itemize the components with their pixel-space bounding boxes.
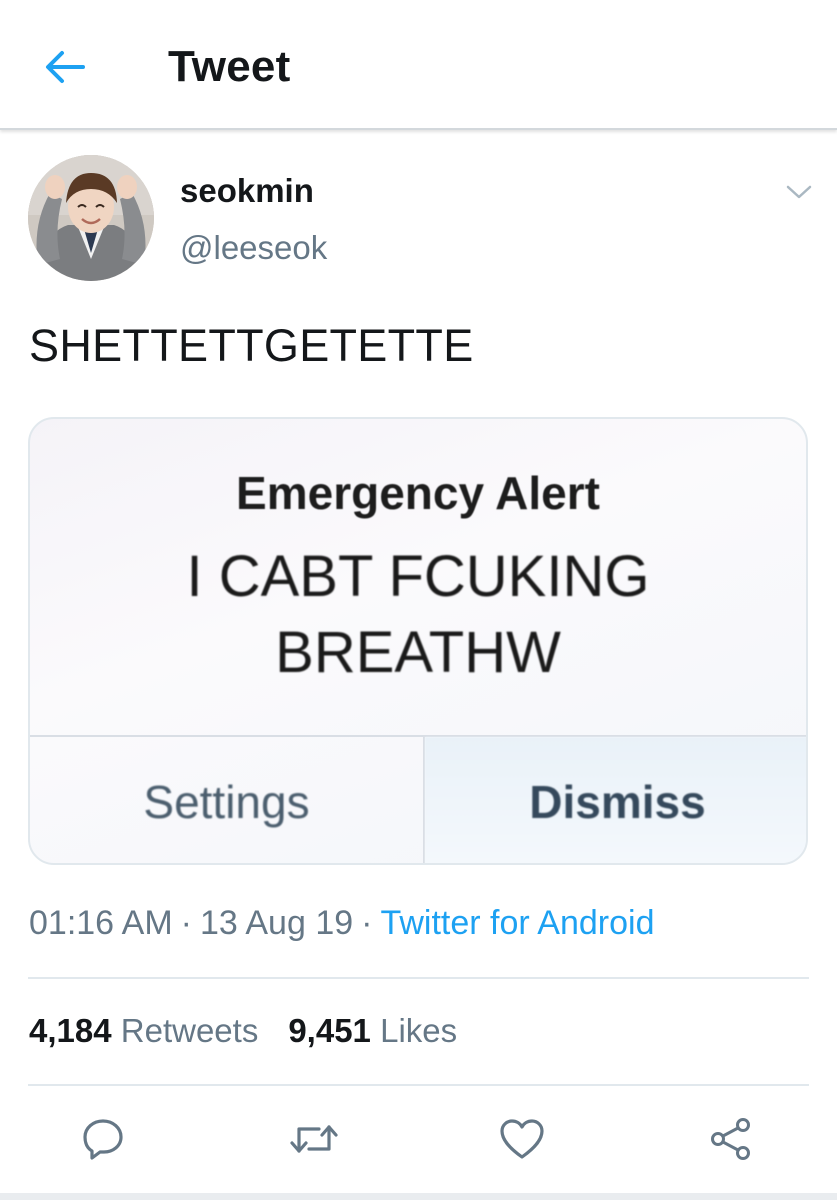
alert-settings-label: Settings bbox=[143, 776, 310, 828]
author-display-name[interactable]: seokmin bbox=[180, 172, 314, 210]
likes-label: Likes bbox=[380, 1012, 458, 1049]
retweets-count: 4,184 bbox=[29, 1012, 112, 1049]
tweet-source-link[interactable]: Twitter for Android bbox=[380, 904, 654, 942]
alert-body-line: BREATHW bbox=[275, 620, 561, 685]
bottom-edge bbox=[0, 1193, 837, 1200]
tweet-stats: 4,184 Retweets 9,451 Likes bbox=[29, 1012, 457, 1050]
alert-body: I CABT FCUKING BREATHW bbox=[30, 539, 806, 691]
heart-icon bbox=[500, 1119, 544, 1159]
tweet-meta: 01:16 AM · 13 Aug 19 · Twitter for Android bbox=[29, 904, 654, 943]
avatar[interactable] bbox=[28, 155, 154, 281]
author-handle[interactable]: @leeseok bbox=[180, 229, 327, 267]
retweet-icon bbox=[290, 1125, 338, 1153]
reply-button[interactable] bbox=[73, 1113, 133, 1165]
top-bar: Tweet bbox=[0, 0, 837, 130]
tweet-text: SHETTETTGETETTE bbox=[29, 320, 474, 371]
tweet-date: 13 Aug 19 bbox=[199, 904, 354, 942]
likes-stat[interactable]: 9,451 Likes bbox=[288, 1012, 457, 1049]
tweet-media-image[interactable]: Emergency Alert I CABT FCUKING BREATHW S… bbox=[28, 417, 808, 865]
page-title: Tweet bbox=[168, 42, 291, 91]
tweet-time: 01:16 AM bbox=[29, 904, 173, 942]
avatar-photo bbox=[28, 155, 154, 281]
meta-separator: · bbox=[180, 904, 192, 942]
tweet-options-button[interactable] bbox=[781, 178, 817, 206]
retweet-button[interactable] bbox=[284, 1113, 344, 1165]
meta-separator: · bbox=[361, 904, 373, 942]
divider bbox=[28, 977, 809, 979]
back-arrow-icon bbox=[46, 51, 85, 83]
share-icon bbox=[711, 1118, 750, 1160]
alert-dismiss-label: Dismiss bbox=[425, 737, 806, 863]
divider bbox=[28, 1084, 809, 1086]
like-button[interactable] bbox=[492, 1113, 552, 1165]
alert-title: Emergency Alert bbox=[236, 467, 600, 519]
share-button[interactable] bbox=[701, 1113, 761, 1165]
alert-body-line: I CABT FCUKING bbox=[186, 544, 650, 609]
tweet-detail-page: Tweet seokmin @leeseok SHETTETTGETETTE E… bbox=[0, 0, 837, 1200]
retweets-label: Retweets bbox=[120, 1012, 259, 1049]
reply-icon bbox=[83, 1119, 123, 1160]
likes-count: 9,451 bbox=[288, 1012, 371, 1049]
retweets-stat[interactable]: 4,184 Retweets bbox=[29, 1012, 258, 1049]
chevron-down-icon bbox=[786, 185, 812, 199]
back-button[interactable] bbox=[40, 44, 90, 90]
